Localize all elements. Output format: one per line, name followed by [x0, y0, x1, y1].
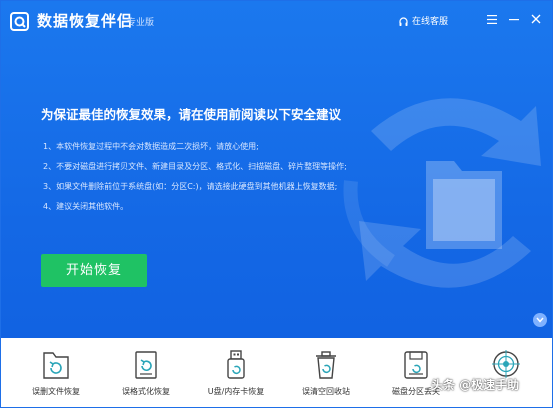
tool-format-recovery[interactable]: 误格式化恢复 — [101, 338, 191, 407]
tool-label: U盘/内存卡恢复 — [207, 387, 265, 396]
headset-icon — [399, 17, 408, 26]
start-recovery-button[interactable]: 开始恢复 — [41, 254, 147, 287]
minimize-button[interactable] — [507, 13, 521, 29]
chevron-down-icon — [536, 317, 544, 323]
recovery-mode-toolbar: 误删文件恢复 误格式化恢复 U盘/内存卡恢复 误清空回收站 磁盘分区丢失 — [1, 338, 552, 407]
close-icon — [531, 14, 541, 24]
close-button[interactable] — [529, 13, 543, 29]
tool-label: 误格式化恢复 — [122, 387, 170, 396]
tool-label: 误删文件恢复 — [32, 387, 80, 396]
scroll-down-button[interactable] — [533, 313, 547, 327]
tip-item: 4、建议关闭其他软件。 — [43, 202, 129, 211]
tip-item: 2、不要对磁盘进行拷贝文件、新建目录及分区、格式化、扫描磁盘、碎片整理等操作; — [43, 162, 347, 171]
tip-item: 3、如果文件删除前位于系统盘(如：分区C:)，请选接此硬盘到其他机器上恢复数据; — [43, 182, 338, 191]
minimize-icon — [509, 19, 519, 21]
tip-item: 1、本软件恢复过程中不会对数据造成二次损坏，请放心使用; — [43, 142, 259, 151]
app-logo-icon — [10, 12, 29, 31]
app-title: 数据恢复伴侣 — [37, 12, 134, 30]
online-support-button[interactable]: 在线客服 — [399, 15, 448, 29]
safety-advice-heading: 为保证最佳的恢复效果，请在使用前阅读以下安全建议 — [41, 107, 342, 122]
disk-partition-icon — [404, 351, 428, 379]
title-bar: 数据恢复伴侣 专业版 在线客服 — [1, 1, 552, 41]
menu-button[interactable] — [485, 13, 499, 29]
online-support-label: 在线客服 — [412, 17, 449, 27]
document-restore-icon — [135, 351, 157, 379]
watermark-text: 头条 @极速手助 — [431, 378, 520, 392]
menu-icon — [487, 15, 497, 24]
tool-recycle-bin-recovery[interactable]: 误清空回收站 — [281, 338, 371, 407]
usb-drive-icon — [227, 350, 245, 379]
tool-deleted-file-recovery[interactable]: 误删文件恢复 — [11, 338, 101, 407]
folder-icon — [426, 161, 502, 249]
tool-deep-scan[interactable] — [461, 338, 551, 407]
recycle-bin-icon — [316, 351, 336, 379]
tool-label: 误清空回收站 — [302, 387, 350, 396]
folder-restore-icon — [43, 352, 69, 379]
edition-label: 专业版 — [127, 18, 155, 28]
tool-partition-recovery[interactable]: 磁盘分区丢失 — [371, 338, 461, 407]
recovery-arrows-graphic — [343, 98, 541, 288]
app-window: 数据恢复伴侣 专业版 在线客服 为保证最佳的恢复效果，请在使用前阅读以下安全建议… — [0, 0, 553, 408]
tool-usb-card-recovery[interactable]: U盘/内存卡恢复 — [191, 338, 281, 407]
safety-tips-list: 1、本软件恢复过程中不会对数据造成二次损坏，请放心使用; 2、不要对磁盘进行拷贝… — [43, 142, 347, 222]
